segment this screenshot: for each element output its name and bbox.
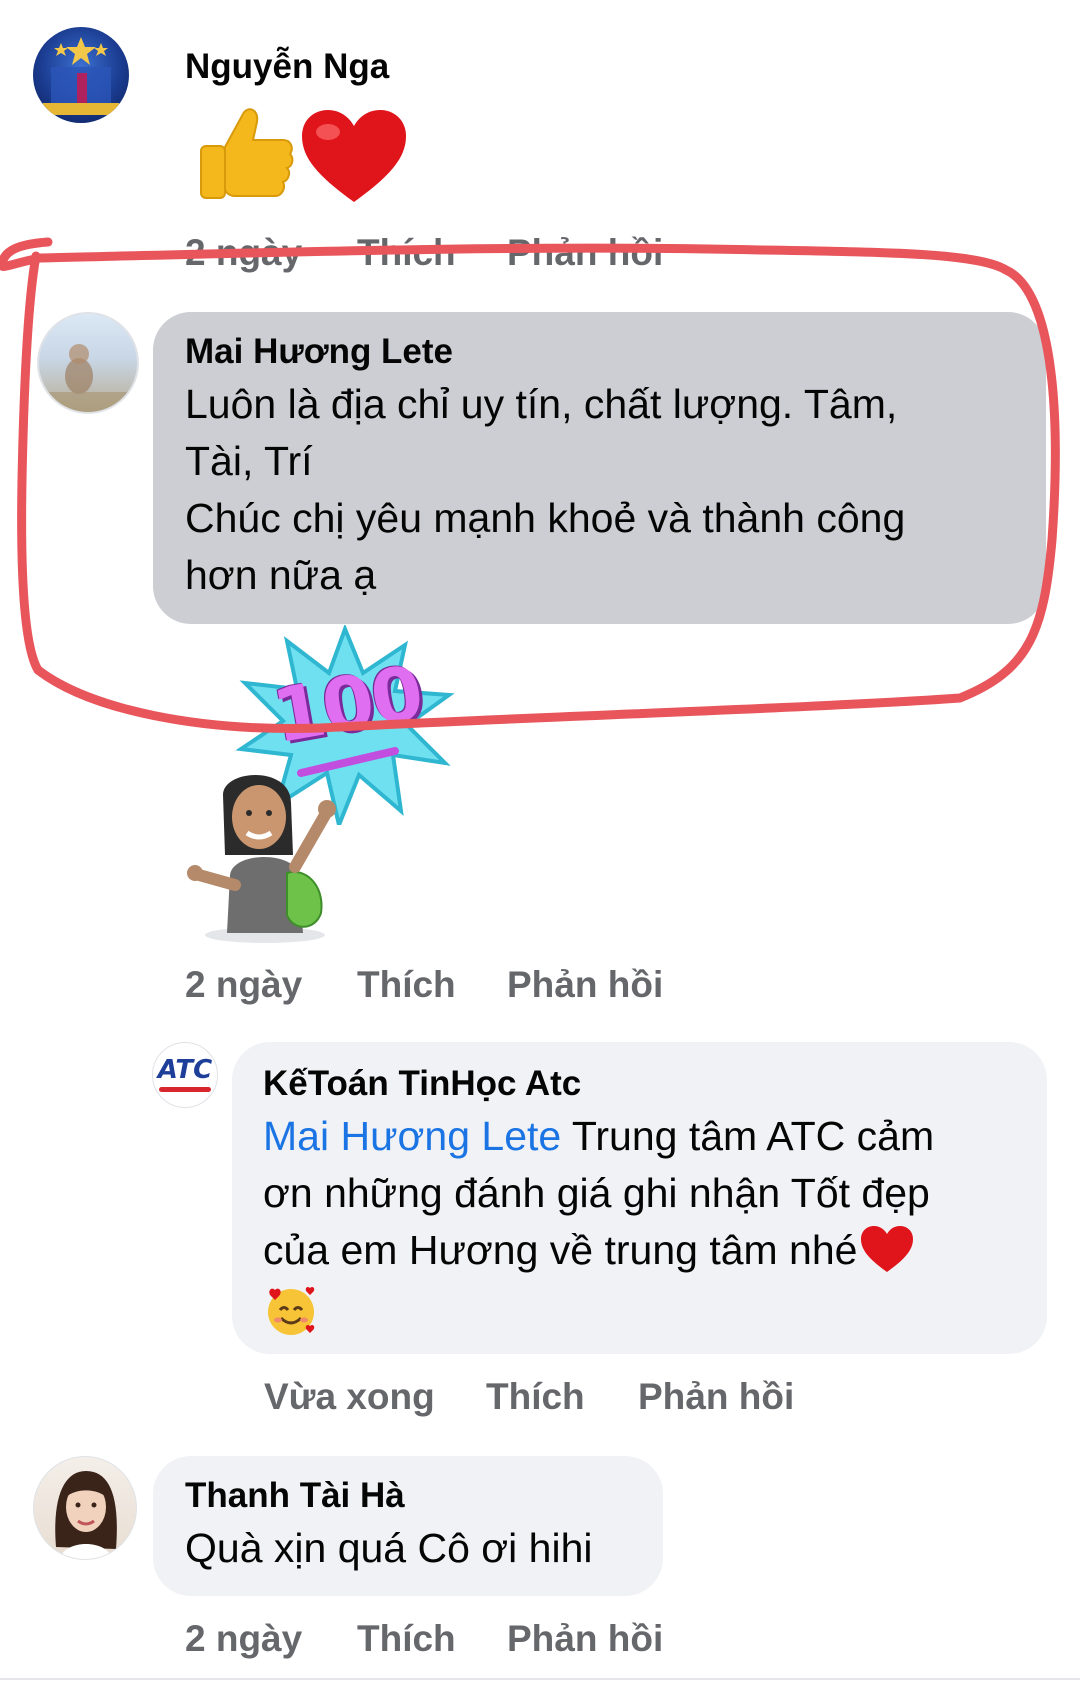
reactions-row (195, 102, 425, 212)
smiling-face-with-hearts-icon (268, 1287, 315, 1336)
comment-bubble[interactable]: KếToán TinHọc Atc Mai Hương Lete Trung t… (232, 1042, 1047, 1354)
red-heart-icon (302, 110, 406, 202)
comment-author-name[interactable]: KếToán TinHọc Atc (263, 1064, 581, 1104)
thumbs-up-icon (200, 108, 294, 199)
comment-text: Mai Hương Lete Trung tâm ATC cảm ơn nhữn… (263, 1108, 1043, 1338)
comment-actions: 2 ngày Thích Phản hồi (185, 1618, 685, 1662)
avatar-image (43, 37, 119, 115)
comment-text: Quà xịn quá Cô ơi hihi (185, 1525, 593, 1571)
comment-time: 2 ngày (185, 1618, 303, 1659)
comment-actions: 2 ngày Thích Phản hồi (185, 964, 685, 1008)
comment-text-segment: của em Hương về trung tâm nhé (263, 1227, 858, 1273)
avatar-nguyen-nga[interactable] (33, 27, 129, 123)
red-highlight-outline (0, 237, 1060, 733)
avatar-logo-text: ATC (157, 1055, 213, 1085)
comment-text-line (263, 1279, 1043, 1338)
bottom-divider (0, 1678, 1080, 1680)
reply-button[interactable]: Phản hồi (507, 964, 663, 1006)
comment-time: Vừa xong (264, 1376, 435, 1417)
mention-link[interactable]: Mai Hương Lete (263, 1113, 561, 1159)
comment-bubble[interactable]: Thanh Tài Hà Quà xịn quá Cô ơi hihi (153, 1456, 663, 1596)
comment-actions: Vừa xong Thích Phản hồi (264, 1376, 864, 1420)
like-button[interactable]: Thích (357, 1618, 456, 1660)
comment-text-segment: Trung tâm ATC cảm (561, 1113, 935, 1159)
reply-button[interactable]: Phản hồi (507, 1618, 663, 1660)
avatar-logo-stripe (159, 1087, 211, 1092)
comment-text-line: của em Hương về trung tâm nhé (263, 1222, 1043, 1279)
comment-time: 2 ngày (185, 964, 303, 1005)
avatar-image (55, 1471, 117, 1559)
like-button[interactable]: Thích (357, 964, 456, 1006)
comment-text-line: Mai Hương Lete Trung tâm ATC cảm (263, 1108, 1043, 1165)
comment-author-name[interactable]: Nguyễn Nga (185, 47, 389, 87)
comment-author-name[interactable]: Thanh Tài Hà (185, 1476, 405, 1516)
avatar-thanh-tai-ha[interactable] (33, 1456, 137, 1560)
comment-text-line: ơn những đánh giá ghi nhận Tốt đẹp (263, 1170, 930, 1216)
like-button[interactable]: Thích (486, 1376, 585, 1418)
avatar-ketoan-tinhoc-atc[interactable]: ATC (152, 1042, 218, 1108)
reply-button[interactable]: Phản hồi (638, 1376, 794, 1418)
red-heart-icon (861, 1226, 914, 1273)
